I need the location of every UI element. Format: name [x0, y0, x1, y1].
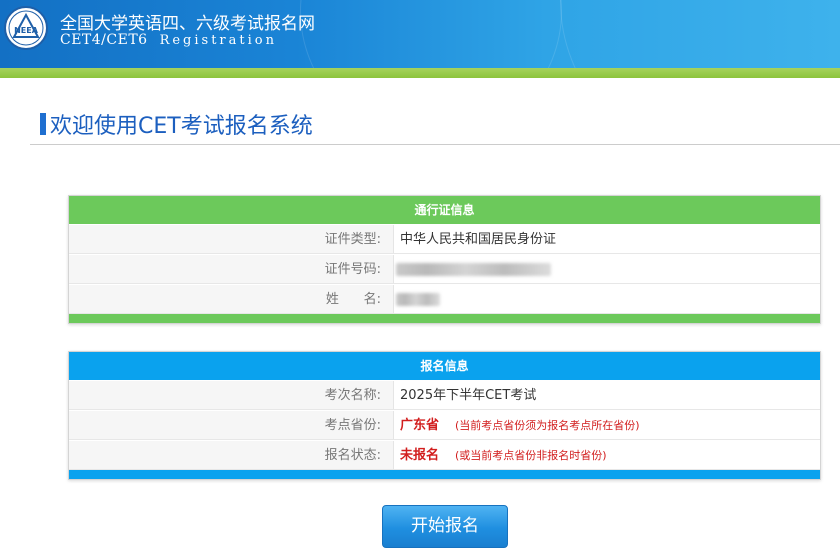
- id-type-label: 证件类型:: [69, 225, 393, 253]
- province-label: 考点省份:: [69, 411, 393, 439]
- exam-name-label: 考次名称:: [69, 381, 393, 409]
- status-row: 报名状态: 未报名 (或当前考点省份非报名时省份): [69, 440, 820, 470]
- heading-divider: [30, 144, 840, 145]
- registration-info-panel: 报名信息 考次名称: 2025年下半年CET考试 考点省份: 广东省 (当前考点省…: [68, 351, 821, 480]
- redacted-name: [396, 293, 440, 306]
- header-decoration: [560, 0, 840, 68]
- welcome-heading: 欢迎使用CET考试报名系统: [40, 110, 313, 139]
- status-value-cell: 未报名 (或当前考点省份非报名时省份): [393, 441, 820, 469]
- pass-info-footer: [69, 314, 820, 323]
- site-header: NEEA 全国大学英语四、六级考试报名网 CET4/CET6 Registrati…: [0, 0, 840, 68]
- subtitle-registration: Registration: [159, 33, 277, 48]
- header-stripe: [0, 68, 840, 78]
- subtitle-cet: CET4/CET6: [60, 32, 148, 48]
- id-type-row: 证件类型: 中华人民共和国居民身份证: [69, 224, 820, 254]
- pass-info-title: 通行证信息: [69, 196, 820, 224]
- name-label: 姓 名:: [69, 285, 393, 313]
- neea-logo-icon: NEEA: [8, 10, 44, 46]
- province-value: 广东省: [400, 418, 440, 433]
- id-type-value: 中华人民共和国居民身份证: [393, 225, 820, 253]
- exam-name-value: 2025年下半年CET考试: [393, 381, 820, 409]
- start-registration-button[interactable]: 开始报名: [382, 505, 508, 548]
- site-title: 全国大学英语四、六级考试报名网: [60, 14, 315, 34]
- id-number-row: 证件号码:: [69, 254, 820, 284]
- name-value: [393, 285, 820, 313]
- province-value-cell: 广东省 (当前考点省份须为报名考点所在省份): [393, 411, 820, 439]
- exam-name-row: 考次名称: 2025年下半年CET考试: [69, 380, 820, 410]
- name-row: 姓 名:: [69, 284, 820, 314]
- province-note: (当前考点省份须为报名考点所在省份): [455, 419, 640, 432]
- redacted-id-number: [396, 263, 551, 276]
- id-number-label: 证件号码:: [69, 255, 393, 283]
- registration-info-title: 报名信息: [69, 352, 820, 380]
- site-subtitle: CET4/CET6 Registration: [60, 32, 277, 48]
- province-row: 考点省份: 广东省 (当前考点省份须为报名考点所在省份): [69, 410, 820, 440]
- header-decoration: [300, 0, 562, 68]
- status-value: 未报名: [400, 448, 440, 463]
- neea-logo[interactable]: NEEA: [4, 6, 48, 50]
- status-label: 报名状态:: [69, 441, 393, 469]
- status-note: (或当前考点省份非报名时省份): [455, 449, 607, 462]
- heading-accent-bar: [40, 113, 46, 135]
- logo-text: NEEA: [14, 26, 39, 35]
- id-number-value: [393, 255, 820, 283]
- pass-info-panel: 通行证信息 证件类型: 中华人民共和国居民身份证 证件号码: 姓 名:: [68, 195, 821, 324]
- page-title: 欢迎使用CET考试报名系统: [50, 114, 313, 139]
- registration-info-footer: [69, 470, 820, 479]
